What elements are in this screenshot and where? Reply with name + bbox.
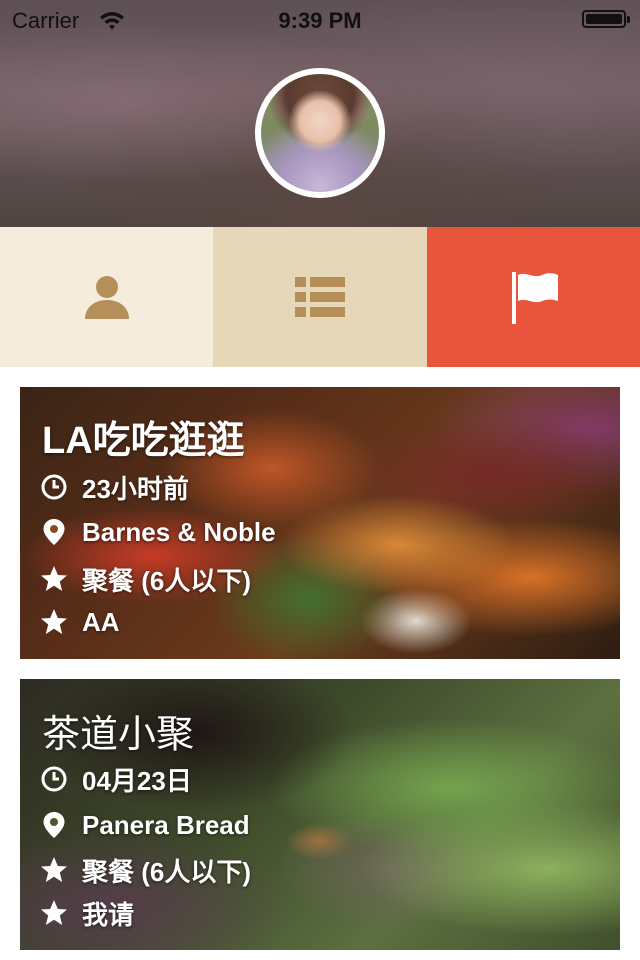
list-icon	[295, 277, 345, 317]
event-card[interactable]: LA吃吃逛逛 23小时前 Barnes & Noble 聚餐 (6人以下) AA	[20, 387, 620, 659]
star-icon	[41, 857, 67, 882]
event-card[interactable]: 茶道小聚 04月23日 Panera Bread 聚餐 (6人以下) 我请	[20, 679, 620, 950]
clock-icon	[41, 474, 67, 500]
event-type-row: 聚餐 (6人以下)	[40, 564, 251, 596]
event-time-row: 23小时前	[40, 472, 189, 504]
event-location-row: Barnes & Noble	[40, 517, 276, 547]
event-type: 聚餐 (6人以下)	[82, 856, 252, 887]
flag-icon	[511, 272, 558, 324]
event-type-row: 聚餐 (6人以下)	[40, 855, 251, 887]
tab-events[interactable]	[427, 227, 640, 367]
event-time-row: 04月23日	[40, 764, 192, 796]
event-location: Barnes & Noble	[82, 516, 276, 547]
star-icon	[41, 609, 67, 634]
avatar[interactable]	[255, 68, 385, 198]
status-bar: Carrier 9:39 PM	[0, 0, 640, 40]
location-pin-icon	[43, 519, 65, 545]
event-location: Panera Bread	[82, 809, 250, 840]
event-payment: AA	[82, 606, 120, 637]
event-payment-row: AA	[40, 607, 120, 637]
profile-header: Carrier 9:39 PM	[0, 0, 640, 227]
tab-profile[interactable]	[0, 227, 213, 367]
event-payment: 我请	[82, 899, 135, 930]
event-title: 茶道小聚	[42, 714, 195, 756]
event-time: 23小时前	[82, 473, 189, 504]
battery-icon	[582, 10, 630, 28]
star-icon	[41, 566, 67, 591]
tab-list[interactable]	[213, 227, 427, 367]
clock-icon	[41, 766, 67, 792]
person-icon	[84, 276, 129, 319]
event-time: 04月23日	[82, 765, 192, 796]
tab-bar	[0, 227, 640, 367]
star-icon	[41, 900, 67, 925]
event-type: 聚餐 (6人以下)	[82, 565, 252, 596]
event-payment-row: 我请	[40, 898, 134, 930]
location-pin-icon	[43, 812, 65, 838]
event-location-row: Panera Bread	[40, 810, 250, 840]
event-title: LA吃吃逛逛	[42, 420, 245, 462]
status-time: 9:39 PM	[278, 8, 362, 33]
